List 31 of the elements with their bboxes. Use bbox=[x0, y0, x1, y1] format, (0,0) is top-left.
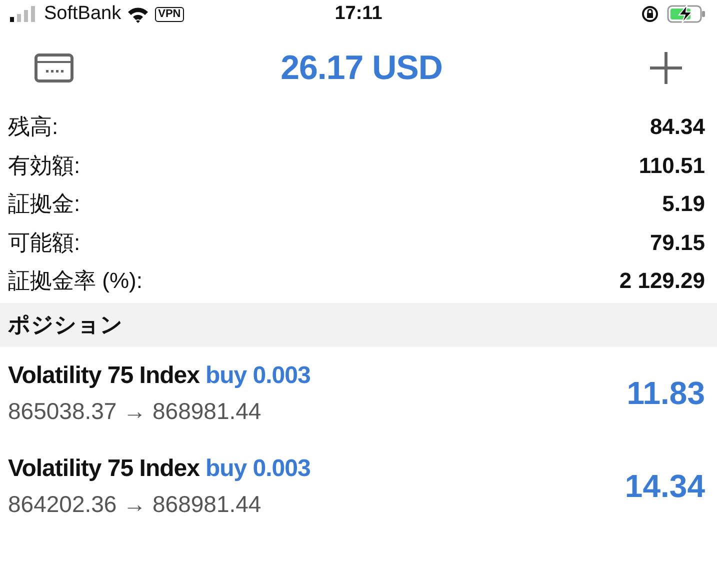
position-symbol: Volatility 75 Index bbox=[8, 454, 200, 482]
position-profit: 11.83 bbox=[626, 374, 705, 412]
wifi-icon bbox=[127, 6, 150, 22]
position-order: buy 0.003 bbox=[205, 454, 310, 482]
position-row[interactable]: Volatility 75 Index buy 0.003 865038.37 → 868981.44 11.83 bbox=[0, 346, 717, 440]
account-equity-title: 26.17 USD bbox=[280, 48, 442, 88]
card-icon bbox=[34, 53, 74, 83]
vpn-badge: VPN bbox=[155, 6, 184, 22]
rotation-lock-icon bbox=[640, 5, 659, 23]
summary-label: 可能額: bbox=[8, 228, 80, 257]
signal-icon bbox=[10, 6, 38, 22]
plus-icon bbox=[648, 51, 683, 85]
position-symbol: Volatility 75 Index bbox=[8, 362, 200, 390]
section-title: ポジション bbox=[8, 310, 123, 338]
summary-label: 証拠金率 (%): bbox=[8, 267, 142, 296]
position-order: buy 0.003 bbox=[205, 362, 310, 390]
position-row[interactable]: Volatility 75 Index buy 0.003 864202.36 → 868981.44 14.34 bbox=[0, 440, 717, 532]
summary-value: 79.15 bbox=[650, 230, 705, 256]
summary-value: 110.51 bbox=[638, 152, 705, 179]
position-prices: 865038.37 → 868981.44 bbox=[8, 398, 262, 424]
position-profit: 14.34 bbox=[624, 468, 705, 504]
summary-value: 5.19 bbox=[662, 191, 705, 218]
summary-label: 残高: bbox=[8, 113, 58, 142]
summary-label: 証拠金: bbox=[8, 190, 80, 218]
summary-label: 有効額: bbox=[8, 152, 80, 180]
battery-charging-icon bbox=[666, 4, 707, 24]
clock-time: 17:11 bbox=[334, 3, 382, 24]
carrier-name: SoftBank bbox=[44, 3, 122, 25]
position-prices: 864202.36 → 868981.44 bbox=[8, 490, 262, 518]
summary-value: 84.34 bbox=[650, 114, 705, 140]
summary-value: 2 129.29 bbox=[619, 268, 705, 294]
